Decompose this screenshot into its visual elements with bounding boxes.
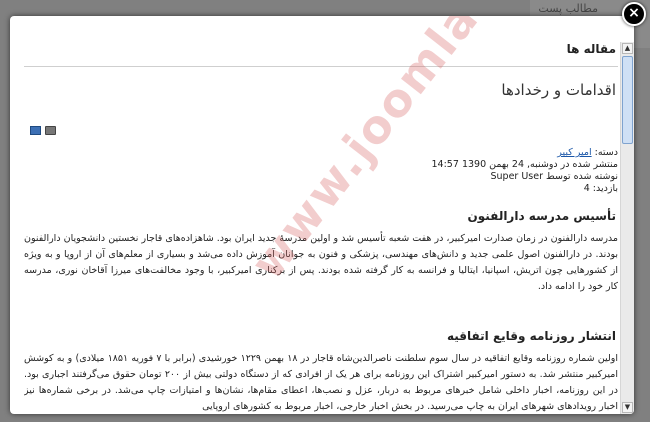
article-modal: مقاله ها اقدامات و رخدادها دسته: امیر کب… — [10, 16, 634, 414]
background-text: مطالب پست — [538, 2, 598, 15]
scroll-up-arrow-icon[interactable]: ▲ — [622, 43, 633, 54]
hits-label: بازدید: — [592, 183, 618, 194]
email-icon[interactable] — [30, 126, 41, 135]
section-title: مقاله ها — [566, 42, 616, 56]
hits-value: 4 — [583, 183, 590, 194]
close-button[interactable]: × — [622, 2, 646, 26]
article-icons — [30, 120, 60, 139]
scroll-down-arrow-icon[interactable]: ▼ — [622, 402, 633, 413]
category-label: دسته: — [594, 147, 618, 158]
divider — [24, 66, 618, 67]
vertical-scrollbar[interactable]: ▲ ▼ — [620, 42, 634, 414]
scrollbar-thumb[interactable] — [622, 56, 633, 144]
category-link[interactable]: امیر کبیر — [557, 147, 591, 158]
close-icon: × — [628, 5, 640, 21]
print-icon[interactable] — [45, 126, 56, 135]
article-title: اقدامات و رخدادها — [501, 81, 616, 99]
section-paragraph-newspaper: اولین شماره روزنامه وقایع اتفاقیه در سال… — [24, 353, 618, 412]
section-paragraph-darolfonun: مدرسه دارالفنون در زمان صدارت امیرکبیر، … — [24, 233, 618, 292]
section-heading-newspaper: انتشار روزنامه وقایع اتفاقیه — [447, 329, 616, 343]
